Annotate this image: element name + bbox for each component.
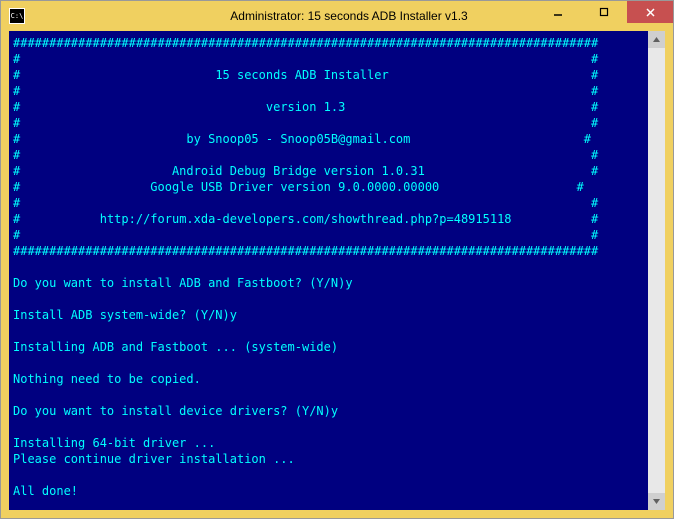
banner-side: # (591, 68, 598, 82)
banner-author: by Snoop05 - Snoop05B@gmail.com (186, 132, 410, 146)
log-line: Do you want to install ADB and Fastboot?… (13, 276, 353, 290)
banner-side: # (591, 84, 598, 98)
banner-side: # (13, 212, 20, 226)
banner-side: # (13, 68, 20, 82)
console-output: ########################################… (9, 31, 648, 510)
log-line: Please continue driver installation ... (13, 452, 295, 466)
banner-side: # (13, 84, 20, 98)
banner-usb-driver: Google USB Driver version 9.0.0000.00000 (150, 180, 439, 194)
banner-side: # (13, 116, 20, 130)
banner-adb-version: Android Debug Bridge version 1.0.31 (172, 164, 425, 178)
scroll-up-button[interactable] (648, 31, 665, 48)
minimize-button[interactable] (535, 1, 581, 23)
banner-url: http://forum.xda-developers.com/showthre… (100, 212, 512, 226)
console-area: ########################################… (9, 31, 665, 510)
banner-side: # (13, 132, 20, 146)
scroll-down-button[interactable] (648, 493, 665, 510)
maximize-button[interactable] (581, 1, 627, 23)
log-line: Nothing need to be copied. (13, 372, 201, 386)
banner-side: # (13, 148, 20, 162)
minimize-icon (553, 7, 563, 17)
close-button[interactable] (627, 1, 673, 23)
banner-side: # (13, 52, 20, 66)
banner-side: # (13, 164, 20, 178)
maximize-icon (599, 7, 609, 17)
banner-border-top: ########################################… (13, 36, 598, 50)
banner-side: # (13, 100, 20, 114)
log-line: Install ADB system-wide? (Y/N)y (13, 308, 237, 322)
banner-side: # (591, 228, 598, 242)
titlebar: C:\ Administrator: 15 seconds ADB Instal… (1, 1, 673, 31)
cmd-icon: C:\ (9, 8, 25, 24)
chevron-down-icon (652, 497, 661, 506)
banner-side: # (591, 148, 598, 162)
banner-side: # (591, 212, 598, 226)
banner-side: # (591, 116, 598, 130)
banner-side: # (13, 228, 20, 242)
vertical-scrollbar[interactable] (648, 31, 665, 510)
banner-side: # (591, 164, 598, 178)
banner-version: version 1.3 (266, 100, 345, 114)
banner-side: # (13, 196, 20, 210)
log-line: Do you want to install device drivers? (… (13, 404, 338, 418)
close-icon (645, 7, 656, 18)
log-line: Installing ADB and Fastboot ... (system-… (13, 340, 338, 354)
banner-side: # (584, 132, 591, 146)
banner-side: # (591, 100, 598, 114)
banner-side: # (577, 180, 584, 194)
window-controls (535, 1, 673, 23)
banner-side: # (591, 196, 598, 210)
banner-side: # (591, 52, 598, 66)
log-line: Installing 64-bit driver ... (13, 436, 215, 450)
banner-side: # (13, 180, 20, 194)
chevron-up-icon (652, 35, 661, 44)
banner-border-bottom: ########################################… (13, 244, 598, 258)
log-done: All done! (13, 484, 78, 498)
banner-title: 15 seconds ADB Installer (215, 68, 388, 82)
